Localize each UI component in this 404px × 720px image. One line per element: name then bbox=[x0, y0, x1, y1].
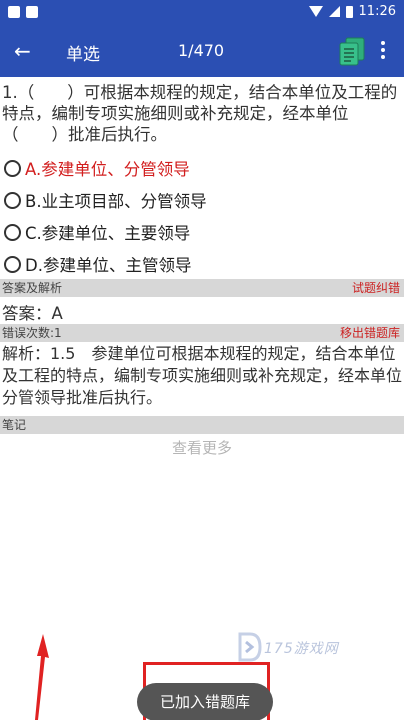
report-error-link[interactable]: 试题纠错 bbox=[352, 279, 400, 297]
option-label: D.参建单位、主管领导 bbox=[25, 256, 192, 275]
option-a[interactable]: A.参建单位、分管领导 bbox=[4, 155, 190, 181]
back-arrow-icon[interactable]: ← bbox=[14, 39, 31, 63]
remove-from-wrong-bank-link[interactable]: 移出错题库 bbox=[340, 324, 400, 342]
notes-header: 笔记 bbox=[0, 416, 404, 434]
option-d[interactable]: D.参建单位、主管领导 bbox=[4, 251, 191, 277]
option-label: B.业主项目部、分管领导 bbox=[25, 192, 207, 211]
question-text: 1.（ ）可根据本规程的规定，结合本单位及工程的特点，编制专项实施细则或补充规定… bbox=[2, 83, 398, 144]
notes-title: 笔记 bbox=[2, 418, 27, 432]
notification-icon bbox=[8, 6, 20, 18]
radio-icon[interactable] bbox=[4, 159, 21, 177]
notification-icon bbox=[26, 6, 38, 18]
question-counter: 1/470 bbox=[178, 41, 225, 60]
analysis-text: 解析：1.5 参建单位可根据本规程的规定，结合本单位及工程的特点，编制专项实施细… bbox=[2, 344, 403, 407]
wifi-icon bbox=[308, 6, 323, 17]
signal-icon bbox=[328, 6, 340, 17]
system-tray: 11:26 bbox=[308, 4, 396, 19]
app-toolbar: ← 单选 1/470 bbox=[0, 27, 404, 77]
page-title: 单选 bbox=[66, 45, 100, 65]
option-c[interactable]: C.参建单位、主要领导 bbox=[4, 219, 190, 245]
watermark-logo-icon bbox=[238, 632, 262, 662]
answer-text: 答案：A bbox=[2, 304, 63, 323]
answer-section-header: 答案及解析 试题纠错 bbox=[0, 279, 404, 297]
radio-icon[interactable] bbox=[4, 255, 21, 273]
annotation-arrow bbox=[35, 634, 49, 720]
answer-sheet-icon[interactable] bbox=[338, 37, 366, 67]
status-time: 11:26 bbox=[358, 4, 396, 19]
battery-icon bbox=[345, 5, 353, 18]
radio-icon[interactable] bbox=[4, 223, 21, 241]
error-count: 错误次数:1 bbox=[2, 326, 62, 340]
answer-section-title: 答案及解析 bbox=[2, 281, 63, 295]
option-label: A.参建单位、分管领导 bbox=[25, 160, 190, 179]
option-label: C.参建单位、主要领导 bbox=[25, 224, 191, 243]
see-more-link[interactable]: 查看更多 bbox=[0, 437, 404, 458]
status-bar: 11:26 bbox=[0, 0, 404, 27]
radio-icon[interactable] bbox=[4, 191, 21, 209]
option-b[interactable]: B.业主项目部、分管领导 bbox=[4, 187, 207, 213]
watermark-text: 175游戏网 bbox=[264, 641, 339, 657]
more-options-icon[interactable] bbox=[378, 39, 388, 63]
toast-message: 已加入错题库 bbox=[137, 683, 273, 720]
error-count-bar: 错误次数:1 移出错题库 bbox=[0, 324, 404, 342]
